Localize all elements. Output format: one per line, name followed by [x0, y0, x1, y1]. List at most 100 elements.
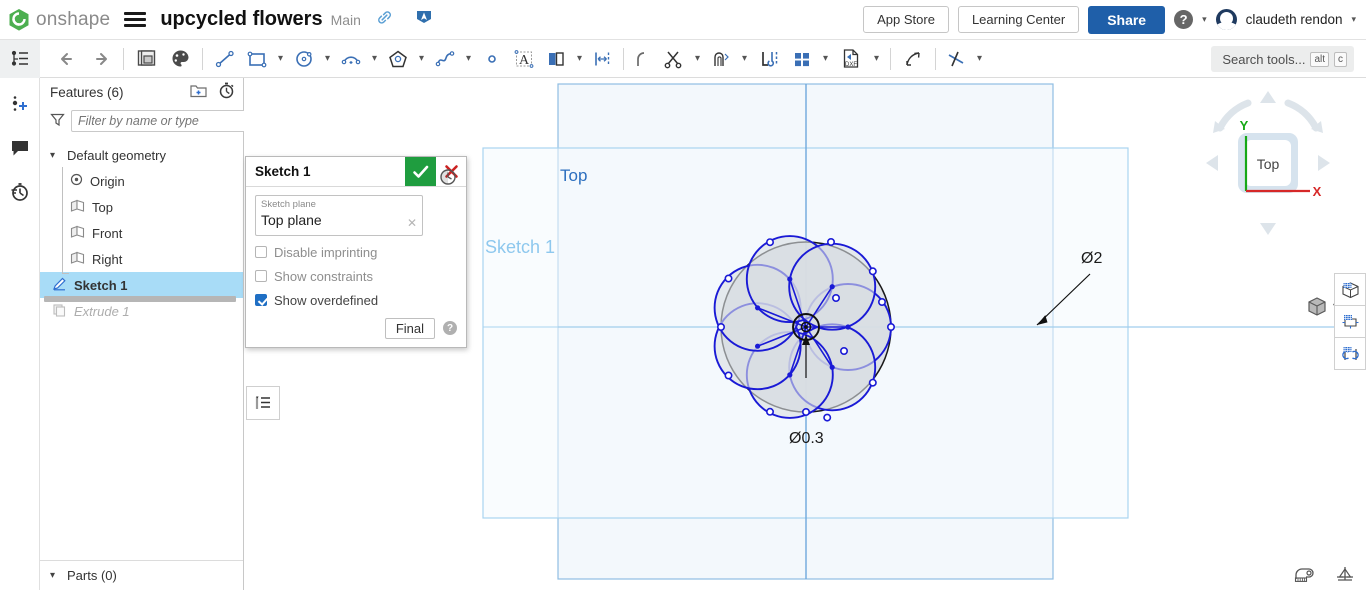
shaded-with-edges-icon[interactable]	[1334, 305, 1366, 338]
offset-chevron-down-icon[interactable]: ▾	[736, 53, 753, 64]
linear-pattern-icon[interactable]	[787, 40, 817, 78]
filter-input[interactable]	[71, 110, 248, 132]
help-icon[interactable]: ?	[1174, 10, 1194, 29]
link-icon[interactable]	[375, 8, 394, 32]
tree-item-default-geometry[interactable]: ▾ Default geometry	[40, 142, 243, 168]
checkbox-box[interactable]	[255, 294, 267, 307]
sketch-plane-field-label: Sketch plane	[261, 199, 316, 210]
checkbox-box[interactable]	[255, 270, 267, 283]
sketch-dialog-body: Sketch plane Top plane ✕ Disable imprint…	[246, 169, 466, 347]
checkbox-show-constraints[interactable]: Show constraints	[255, 269, 457, 284]
shaded-view-icon[interactable]	[1334, 273, 1366, 306]
parts-section-header[interactable]: ▾ Parts (0)	[40, 560, 243, 590]
undo-icon[interactable]	[50, 40, 84, 78]
certificate-icon[interactable]	[414, 8, 434, 32]
constraint-list-button[interactable]	[246, 386, 280, 420]
dimension-label-inner[interactable]: Ø0.3	[789, 430, 824, 448]
rollback-history-icon[interactable]	[218, 82, 235, 102]
plane-label[interactable]: Top	[560, 166, 587, 186]
history-icon[interactable]	[0, 175, 40, 209]
tree-item-top-plane[interactable]: Top	[40, 194, 243, 220]
feature-tree: ▾ Default geometry Origin Top Front Righ…	[40, 136, 243, 560]
filter-funnel-icon[interactable]	[50, 112, 65, 130]
user-chevron-down-icon[interactable]: ▾	[1351, 14, 1356, 25]
offset-icon[interactable]	[706, 40, 736, 78]
checkbox-show-overdefined[interactable]: Show overdefined	[255, 293, 457, 308]
svg-text:A: A	[519, 53, 530, 68]
sketch-label[interactable]: Sketch 1	[485, 237, 555, 258]
copy-icon[interactable]	[129, 40, 163, 78]
origin-point[interactable]	[804, 325, 808, 329]
search-tools-input[interactable]: Search tools... alt c	[1211, 46, 1354, 72]
new-folder-icon[interactable]	[190, 83, 207, 101]
redo-icon[interactable]	[84, 40, 118, 78]
tree-item-right-plane[interactable]: Right	[40, 246, 243, 272]
feature-tree-toggle-icon[interactable]	[0, 39, 40, 78]
tree-item-label: Extrude 1	[74, 303, 130, 319]
polygon-chevron-down-icon[interactable]: ▾	[413, 53, 430, 64]
branch-name[interactable]: Main	[331, 12, 361, 28]
measure-tape-icon[interactable]	[1294, 565, 1316, 586]
sketch-text-icon[interactable]: A	[507, 40, 541, 78]
tree-item-origin[interactable]: Origin	[40, 168, 243, 194]
appearance-icon[interactable]	[163, 40, 197, 78]
share-button[interactable]: Share	[1088, 5, 1166, 34]
point-icon[interactable]	[477, 40, 507, 78]
trim-chevron-down-icon[interactable]: ▾	[689, 53, 706, 64]
mirror-chevron-down-icon[interactable]: ▾	[571, 53, 588, 64]
hamburger-menu-icon[interactable]	[124, 12, 147, 27]
line-icon[interactable]	[208, 40, 242, 78]
sketch-fillet-icon[interactable]	[629, 40, 659, 78]
dxf-chevron-down-icon[interactable]: ▾	[868, 53, 885, 64]
checkbox-disable-imprinting[interactable]: Disable imprinting	[255, 245, 457, 260]
tree-item-front-plane[interactable]: Front	[40, 220, 243, 246]
feature-panel-header: Features (6)	[40, 78, 243, 106]
use-projection-icon[interactable]	[753, 40, 787, 78]
toolbar-divider	[890, 47, 891, 70]
accept-button[interactable]	[405, 157, 436, 186]
arc-chevron-down-icon[interactable]: ▾	[366, 53, 383, 64]
plane-icon	[70, 225, 85, 242]
user-name[interactable]: claudeth rendon	[1246, 12, 1343, 27]
learning-center-button[interactable]: Learning Center	[957, 6, 1080, 33]
onshape-logo[interactable]: onshape	[0, 8, 110, 32]
rectangle-chevron-down-icon[interactable]: ▾	[272, 53, 289, 64]
transform-icon[interactable]	[896, 40, 930, 78]
comments-icon[interactable]	[0, 131, 40, 165]
spline-chevron-down-icon[interactable]: ▾	[460, 53, 477, 64]
checkbox-label: Disable imprinting	[274, 244, 378, 260]
mirror-icon[interactable]	[541, 40, 571, 78]
dimension-label-outer[interactable]: Ø2	[1081, 250, 1102, 268]
arc-icon[interactable]	[336, 40, 366, 78]
constraint-icon[interactable]	[941, 40, 971, 78]
rollback-bar[interactable]	[44, 296, 236, 302]
mass-properties-icon[interactable]	[1334, 565, 1356, 586]
chevron-down-icon[interactable]: ▾	[50, 150, 60, 161]
avatar[interactable]	[1215, 9, 1237, 30]
insert-feature-icon[interactable]	[0, 88, 40, 122]
help-icon[interactable]: ?	[443, 321, 457, 336]
sketch-plane-field[interactable]: Sketch plane Top plane ✕	[255, 195, 423, 236]
view-cube[interactable]: Top Y X	[1198, 83, 1338, 243]
help-chevron-down-icon[interactable]: ▾	[1202, 14, 1207, 25]
checkbox-box[interactable]	[255, 246, 267, 259]
spline-icon[interactable]	[430, 40, 460, 78]
polygon-icon[interactable]	[383, 40, 413, 78]
app-store-button[interactable]: App Store	[863, 6, 949, 33]
tree-item-sketch-1[interactable]: Sketch 1	[40, 272, 243, 298]
final-button[interactable]: Final	[384, 317, 435, 339]
document-title[interactable]: upcycled flowers	[160, 8, 322, 31]
clear-x-icon[interactable]: ✕	[407, 216, 417, 230]
pattern-chevron-down-icon[interactable]: ▾	[817, 53, 834, 64]
circle-chevron-down-icon[interactable]: ▾	[319, 53, 336, 64]
wireframe-view-icon[interactable]	[1334, 337, 1366, 370]
rectangle-icon[interactable]	[242, 40, 272, 78]
chevron-down-icon[interactable]: ▾	[50, 570, 60, 581]
roll-right-icon	[1284, 99, 1320, 132]
dimension-icon[interactable]	[588, 40, 618, 78]
export-dxf-icon[interactable]: DXF	[834, 40, 868, 78]
constraint-chevron-down-icon[interactable]: ▾	[971, 53, 988, 64]
trim-icon[interactable]	[659, 40, 689, 78]
circle-icon[interactable]	[289, 40, 319, 78]
feature-history-icon[interactable]	[439, 168, 457, 189]
